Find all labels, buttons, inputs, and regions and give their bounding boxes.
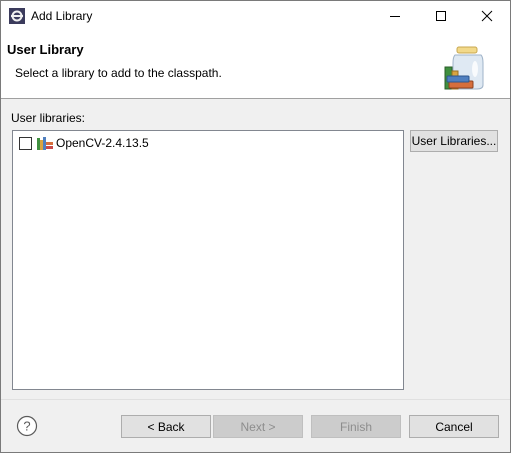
maximize-icon	[436, 11, 446, 21]
window-title: Add Library	[31, 9, 93, 23]
next-button[interactable]: Next >	[213, 415, 303, 438]
user-libraries-label: User libraries:	[11, 111, 86, 125]
svg-text:?: ?	[23, 419, 30, 434]
page-title: User Library	[7, 42, 84, 57]
library-jar-icon	[444, 46, 484, 90]
footer-divider	[1, 399, 510, 400]
help-icon[interactable]: ?	[16, 415, 38, 437]
title-bar: Add Library	[1, 1, 510, 31]
close-button[interactable]	[464, 1, 510, 31]
user-libraries-list[interactable]: OpenCV-2.4.13.5	[12, 130, 404, 390]
page-description: Select a library to add to the classpath…	[15, 66, 222, 80]
library-name: OpenCV-2.4.13.5	[56, 136, 149, 150]
library-checkbox[interactable]	[19, 136, 32, 150]
finish-button[interactable]: Finish	[311, 415, 401, 438]
user-libraries-button[interactable]: User Libraries...	[410, 130, 498, 152]
wizard-banner: User Library Select a library to add to …	[1, 31, 510, 99]
minimize-icon	[390, 16, 400, 17]
list-item[interactable]: OpenCV-2.4.13.5	[19, 135, 149, 151]
close-icon	[481, 10, 493, 22]
cancel-button[interactable]: Cancel	[409, 415, 499, 438]
add-library-dialog: Add Library User Library Select a librar…	[0, 0, 511, 453]
maximize-button[interactable]	[418, 1, 464, 31]
back-button[interactable]: < Back	[121, 415, 211, 438]
library-icon	[37, 137, 53, 150]
minimize-button[interactable]	[372, 1, 418, 31]
eclipse-icon	[9, 8, 25, 24]
